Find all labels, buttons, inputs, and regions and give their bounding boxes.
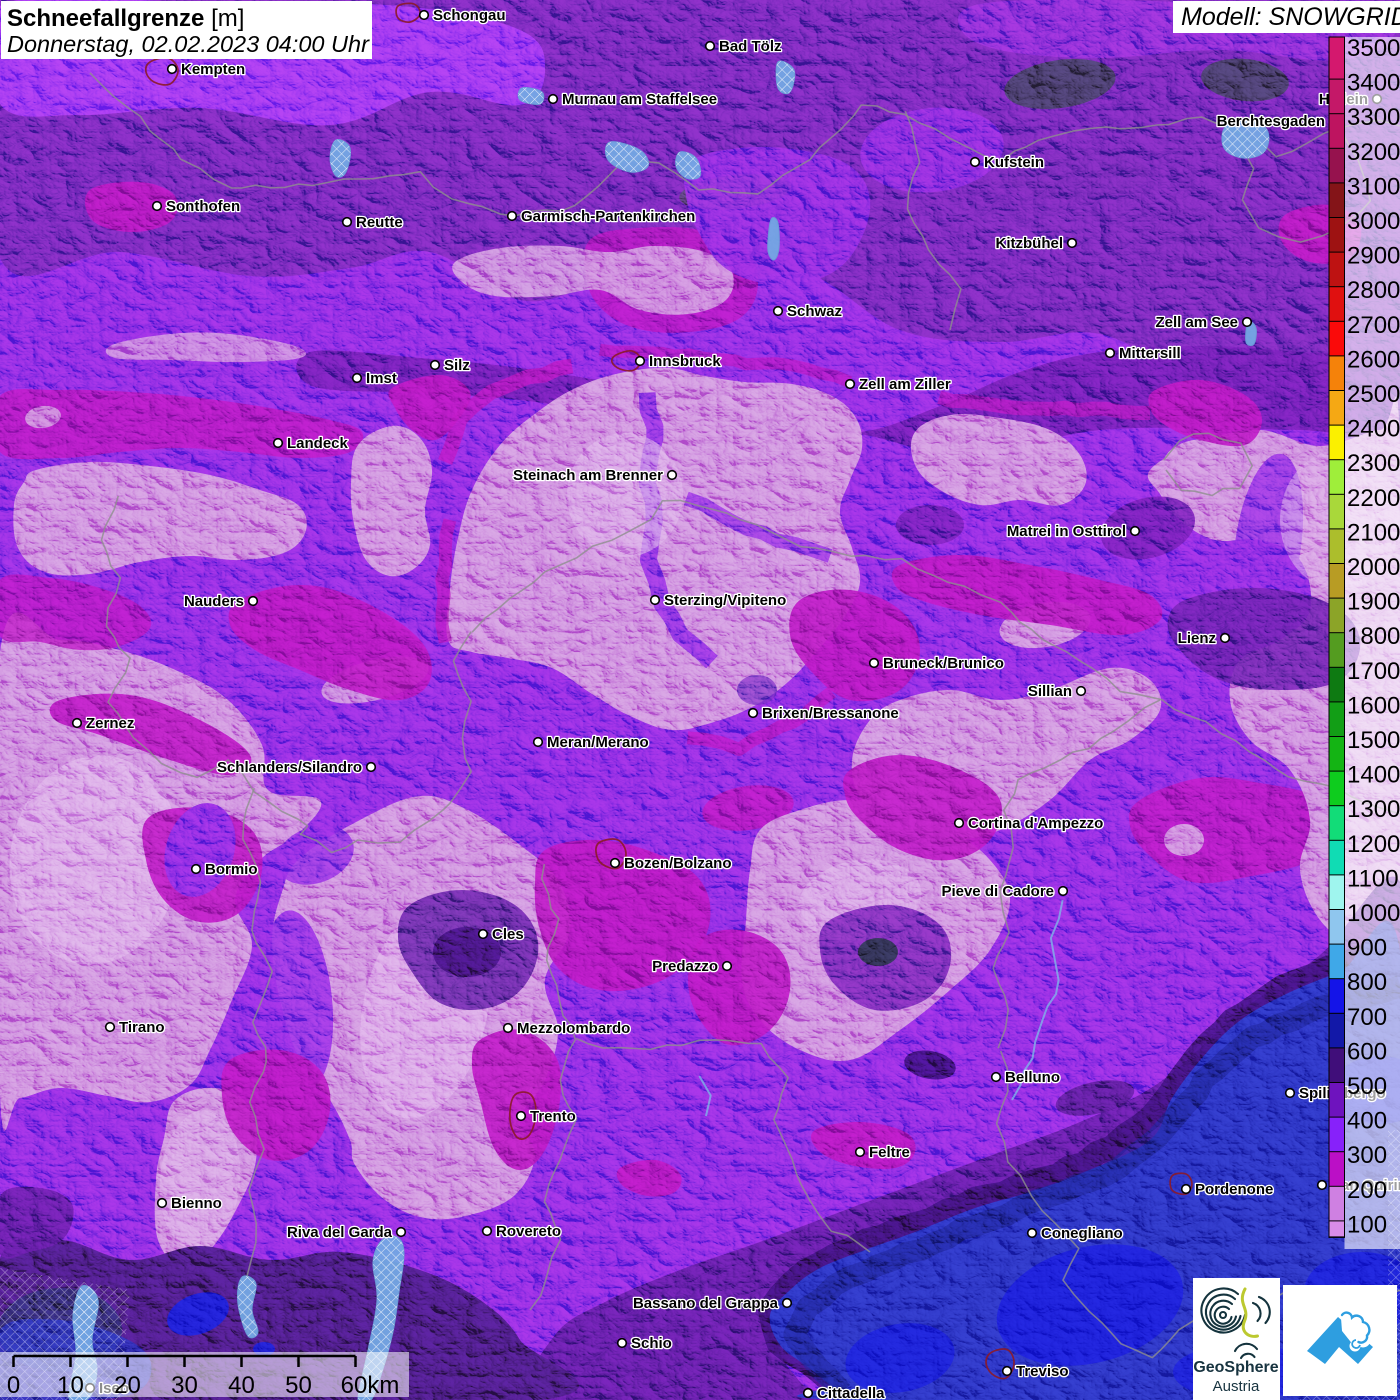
svg-text:Silz: Silz [444, 357, 470, 374]
svg-text:400: 400 [1347, 1108, 1387, 1135]
svg-text:Pieve di Cadore: Pieve di Cadore [941, 883, 1054, 900]
svg-text:Kitzbühel: Kitzbühel [996, 235, 1064, 252]
svg-text:Zell am See: Zell am See [1155, 314, 1238, 331]
svg-text:Landeck: Landeck [287, 435, 349, 452]
svg-text:1200: 1200 [1347, 831, 1400, 858]
svg-text:Belluno: Belluno [1005, 1069, 1060, 1086]
svg-text:Rovereto: Rovereto [496, 1223, 561, 1240]
svg-text:2200: 2200 [1347, 485, 1400, 512]
svg-text:60km: 60km [341, 1372, 400, 1399]
svg-text:2400: 2400 [1347, 416, 1400, 443]
svg-text:500: 500 [1347, 1073, 1387, 1100]
svg-text:Austria: Austria [1213, 1378, 1260, 1395]
svg-text:Bienno: Bienno [171, 1195, 222, 1212]
svg-text:700: 700 [1347, 1004, 1387, 1031]
svg-text:GeoSphere: GeoSphere [1193, 1359, 1278, 1376]
svg-text:Imst: Imst [366, 370, 397, 387]
svg-text:Kufstein: Kufstein [984, 154, 1044, 171]
svg-text:Murnau am Staffelsee: Murnau am Staffelsee [562, 91, 717, 108]
svg-text:3400: 3400 [1347, 70, 1400, 97]
svg-text:3500: 3500 [1347, 35, 1400, 62]
svg-text:Reutte: Reutte [356, 214, 403, 231]
svg-text:Schongau: Schongau [433, 7, 506, 24]
svg-text:50: 50 [285, 1372, 312, 1399]
svg-text:2500: 2500 [1347, 381, 1400, 408]
svg-text:Sillian: Sillian [1028, 683, 1072, 700]
svg-text:2800: 2800 [1347, 277, 1400, 304]
svg-text:2600: 2600 [1347, 346, 1400, 373]
svg-text:1700: 1700 [1347, 658, 1400, 685]
svg-text:Predazzo: Predazzo [652, 958, 718, 975]
svg-text:Berchtesgaden: Berchtesgaden [1217, 113, 1325, 130]
svg-text:30: 30 [171, 1372, 198, 1399]
svg-text:Zernez: Zernez [86, 715, 134, 732]
svg-text:Tirano: Tirano [119, 1019, 165, 1036]
svg-text:Donnerstag, 02.02.2023 04:00 U: Donnerstag, 02.02.2023 04:00 Uhr [7, 31, 370, 57]
svg-text:Sterzing/Vipiteno: Sterzing/Vipiteno [664, 592, 786, 609]
svg-text:Schwaz: Schwaz [787, 303, 842, 320]
svg-text:Schio: Schio [631, 1335, 672, 1352]
svg-text:Garmisch-Partenkirchen: Garmisch-Partenkirchen [521, 208, 695, 225]
svg-text:1000: 1000 [1347, 900, 1400, 927]
svg-text:900: 900 [1347, 935, 1387, 962]
svg-text:Steinach am Brenner: Steinach am Brenner [513, 467, 663, 484]
svg-text:1600: 1600 [1347, 692, 1400, 719]
svg-text:Pordenone: Pordenone [1195, 1181, 1273, 1198]
svg-text:10: 10 [57, 1372, 84, 1399]
svg-text:Riva del Garda: Riva del Garda [287, 1224, 393, 1241]
svg-text:Kempten: Kempten [181, 61, 245, 78]
svg-text:3200: 3200 [1347, 139, 1400, 166]
svg-text:600: 600 [1347, 1038, 1387, 1065]
svg-text:40: 40 [228, 1372, 255, 1399]
svg-text:Cles: Cles [492, 926, 524, 943]
svg-text:1900: 1900 [1347, 589, 1400, 616]
svg-text:Mittersill: Mittersill [1119, 345, 1181, 362]
svg-text:3100: 3100 [1347, 173, 1400, 200]
svg-text:Bassano del Grappa: Bassano del Grappa [633, 1295, 779, 1312]
svg-text:Zell am Ziller: Zell am Ziller [859, 376, 951, 393]
svg-text:Cortina d'Ampezzo: Cortina d'Ampezzo [968, 815, 1103, 832]
svg-text:800: 800 [1347, 969, 1387, 996]
svg-text:2700: 2700 [1347, 312, 1400, 339]
svg-text:1500: 1500 [1347, 727, 1400, 754]
svg-text:Bruneck/Brunico: Bruneck/Brunico [883, 655, 1004, 672]
svg-text:Modell: SNOWGRID: Modell: SNOWGRID [1181, 3, 1400, 31]
svg-text:Bad Tölz: Bad Tölz [719, 38, 782, 55]
svg-text:100: 100 [1347, 1211, 1387, 1238]
svg-text:Bozen/Bolzano: Bozen/Bolzano [624, 855, 732, 872]
svg-text:200: 200 [1347, 1177, 1387, 1204]
svg-text:2900: 2900 [1347, 243, 1400, 270]
svg-text:Schneefallgrenze [m]: Schneefallgrenze [m] [7, 5, 244, 32]
svg-text:3300: 3300 [1347, 104, 1400, 131]
svg-text:0: 0 [7, 1372, 20, 1399]
svg-text:Brixen/Bressanone: Brixen/Bressanone [762, 705, 899, 722]
svg-text:Mezzolombardo: Mezzolombardo [517, 1020, 630, 1037]
svg-text:2000: 2000 [1347, 554, 1400, 581]
svg-text:Bormio: Bormio [205, 861, 258, 878]
svg-text:Trento: Trento [530, 1108, 576, 1125]
svg-text:2100: 2100 [1347, 519, 1400, 546]
svg-text:Cittadella: Cittadella [817, 1385, 885, 1400]
svg-text:1400: 1400 [1347, 762, 1400, 789]
svg-text:Treviso: Treviso [1016, 1363, 1069, 1380]
svg-text:Conegliano: Conegliano [1041, 1225, 1123, 1242]
svg-text:1100: 1100 [1347, 865, 1399, 892]
svg-text:Innsbruck: Innsbruck [649, 353, 721, 370]
svg-text:300: 300 [1347, 1142, 1387, 1169]
svg-text:20: 20 [114, 1372, 141, 1399]
svg-text:Lienz: Lienz [1178, 630, 1216, 647]
svg-text:Nauders: Nauders [184, 593, 244, 610]
svg-text:Matrei in Osttirol: Matrei in Osttirol [1007, 523, 1126, 540]
svg-text:Feltre: Feltre [869, 1144, 910, 1161]
svg-text:3000: 3000 [1347, 208, 1400, 235]
svg-text:Schlanders/Silandro: Schlanders/Silandro [217, 759, 362, 776]
svg-text:1800: 1800 [1347, 623, 1400, 650]
svg-text:Meran/Merano: Meran/Merano [547, 734, 649, 751]
svg-text:Sonthofen: Sonthofen [166, 198, 240, 215]
svg-text:2300: 2300 [1347, 450, 1400, 477]
svg-text:1300: 1300 [1347, 796, 1400, 823]
